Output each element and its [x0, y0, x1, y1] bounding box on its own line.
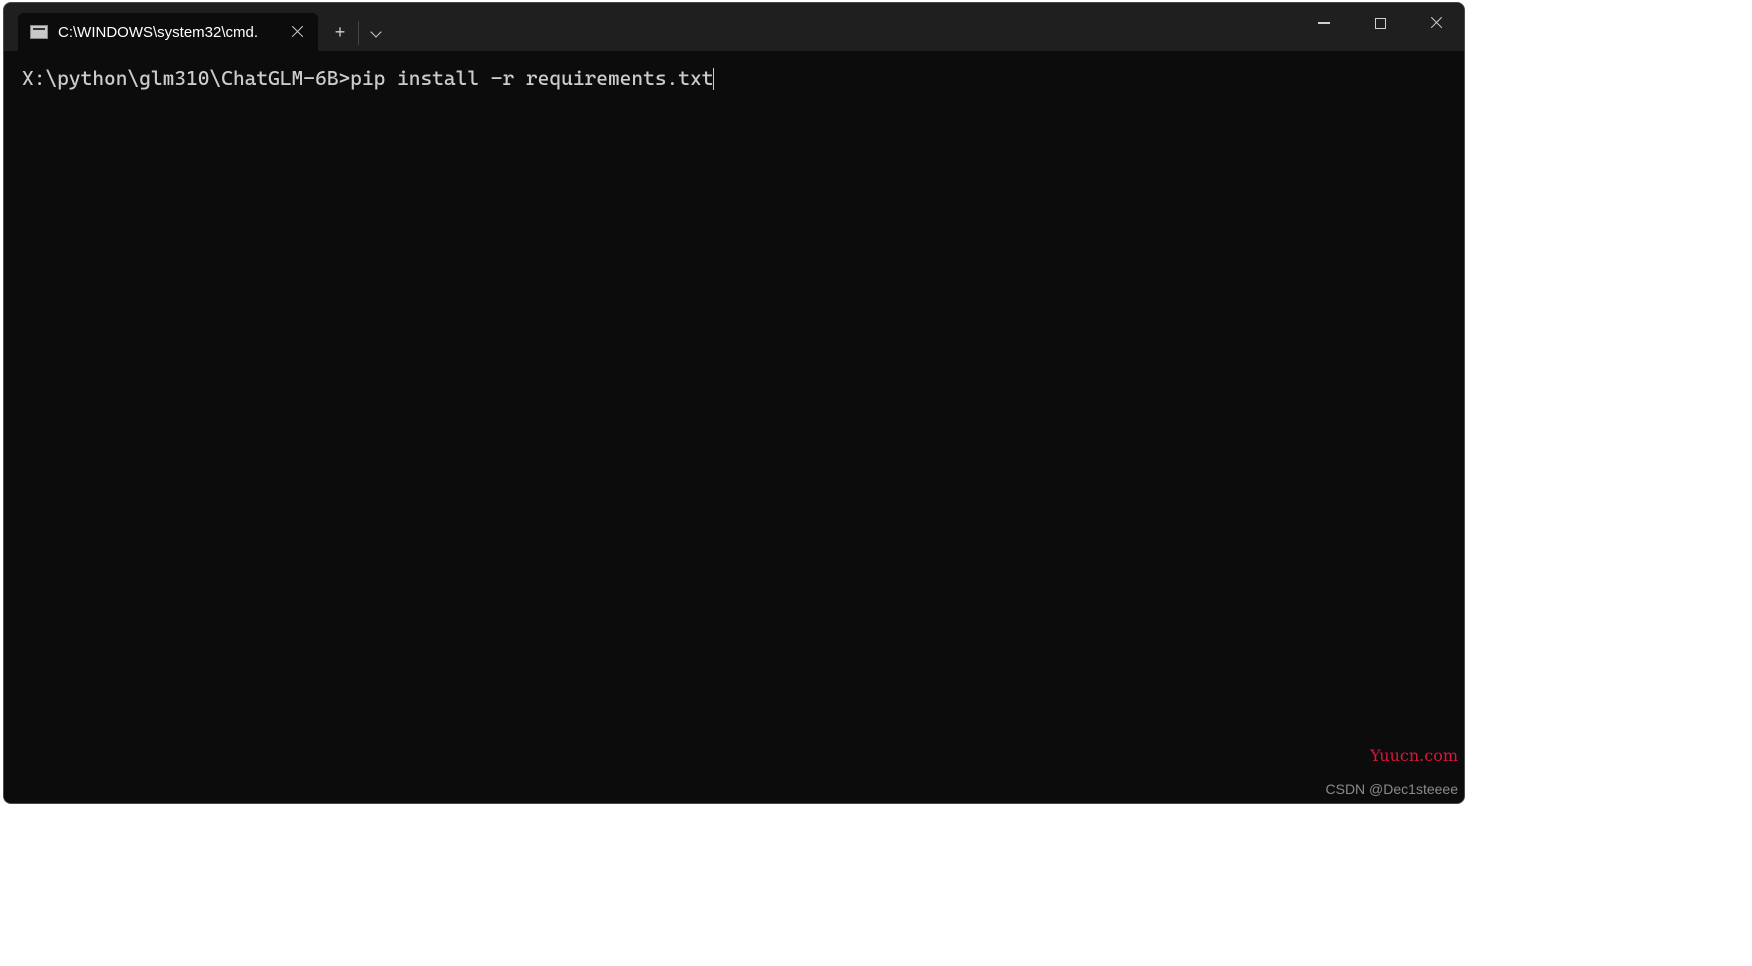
prompt-text: X:\python\glm310\ChatGLM-6B>	[22, 66, 350, 90]
titlebar[interactable]: C:\WINDOWS\system32\cmd. +	[4, 3, 1464, 51]
maximize-icon	[1375, 18, 1386, 29]
tab-close-button[interactable]	[286, 21, 308, 43]
tab-cmd[interactable]: C:\WINDOWS\system32\cmd.	[18, 13, 318, 51]
close-icon	[1430, 17, 1442, 29]
terminal-window: C:\WINDOWS\system32\cmd. + X:\python\glm	[3, 2, 1465, 804]
tab-dropdown-button[interactable]	[359, 15, 395, 49]
chevron-down-icon	[372, 27, 382, 37]
new-tab-button[interactable]: +	[322, 15, 358, 49]
watermark-author: CSDN @Dec1steeee	[1326, 780, 1459, 799]
window-controls	[1296, 3, 1464, 43]
terminal-body[interactable]: X:\python\glm310\ChatGLM-6B>pip install …	[4, 51, 1464, 803]
minimize-icon	[1318, 22, 1330, 23]
minimize-button[interactable]	[1296, 3, 1352, 43]
text-cursor	[713, 68, 714, 90]
command-text: pip install -r requirements.txt	[350, 66, 713, 90]
window-close-button[interactable]	[1408, 3, 1464, 43]
watermark-site: Yuucn.com	[1370, 745, 1458, 767]
maximize-button[interactable]	[1352, 3, 1408, 43]
cmd-icon	[30, 25, 48, 39]
tab-title: C:\WINDOWS\system32\cmd.	[58, 24, 276, 41]
close-icon	[291, 26, 303, 38]
plus-icon: +	[335, 22, 346, 43]
